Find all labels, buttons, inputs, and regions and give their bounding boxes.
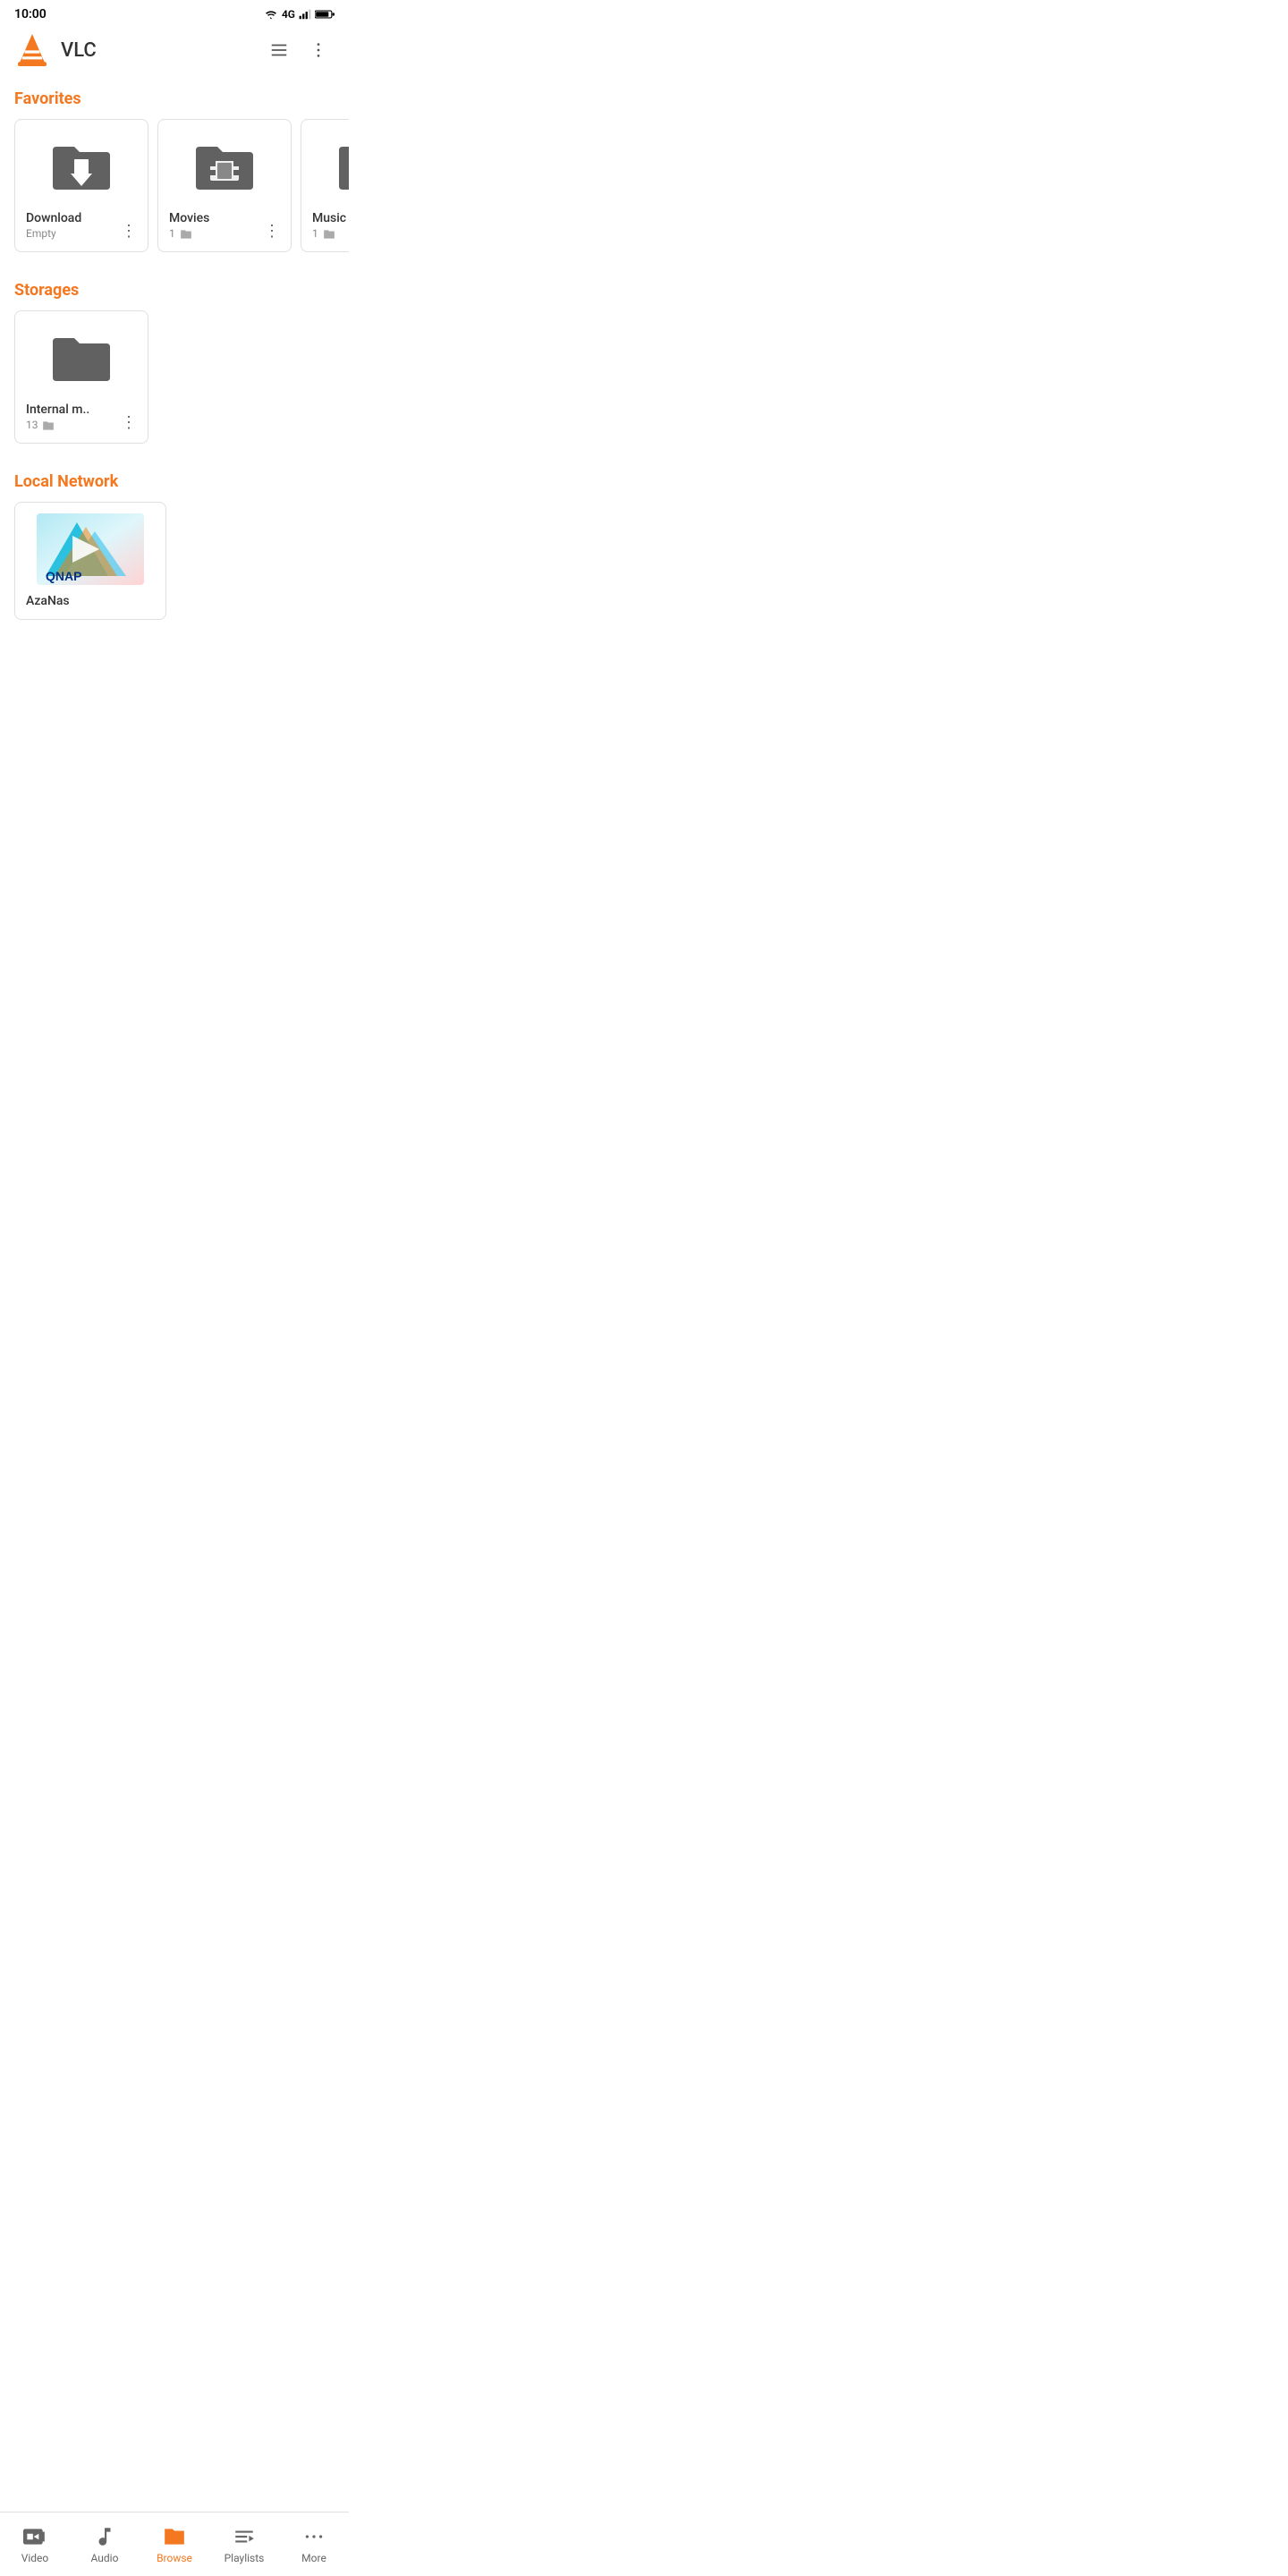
more-nav-icon: [302, 2525, 326, 2548]
music-folder-icon: ♪: [335, 140, 349, 193]
download-folder-icon: [49, 140, 114, 193]
music-card-sublabel: 1: [312, 227, 349, 241]
video-icon: [23, 2525, 47, 2548]
app-bar-actions: [263, 34, 335, 66]
list-view-button[interactable]: [263, 34, 295, 66]
music-card[interactable]: ♪ Music 1 ⋮: [301, 119, 349, 252]
download-card-icon-area: [46, 131, 117, 202]
movies-card[interactable]: Movies 1 ⋮: [157, 119, 292, 252]
download-card-more-button[interactable]: ⋮: [117, 219, 140, 242]
music-card-icon-area: ♪: [332, 131, 349, 202]
status-time: 10:00: [14, 7, 47, 21]
app-bar: VLC: [0, 25, 349, 75]
audio-icon: [93, 2525, 116, 2548]
download-card[interactable]: Download Empty ⋮: [14, 119, 148, 252]
movies-folder-count-icon: [180, 228, 192, 241]
internal-storage-icon-area: [46, 322, 117, 394]
qnap-card-label: AzaNas: [26, 594, 155, 608]
battery-icon: [315, 9, 335, 20]
nav-item-browse[interactable]: Browse: [140, 2520, 209, 2570]
nav-item-playlists[interactable]: Playlists: [209, 2520, 279, 2570]
local-network-cards: QNAP AzaNas: [0, 498, 349, 634]
movies-folder-icon: [192, 140, 257, 193]
storages-title: Storages: [0, 267, 349, 307]
nav-label-playlists: Playlists: [225, 2552, 265, 2564]
qnap-logo-icon: QNAP: [37, 513, 144, 585]
nav-item-audio[interactable]: Audio: [70, 2520, 140, 2570]
nav-item-video[interactable]: Video: [0, 2520, 70, 2570]
music-folder-count-icon: [323, 228, 335, 241]
qnap-logo-area: QNAP: [37, 513, 144, 585]
signal-icon: [299, 8, 311, 21]
nav-label-browse: Browse: [157, 2552, 192, 2564]
storages-section: Storages Internal m.. 13 ⋮: [0, 267, 349, 458]
internal-folder-icon: [49, 331, 114, 385]
bottom-nav: Video Audio Browse Playlists More: [0, 2512, 349, 2576]
vlc-logo: [14, 32, 50, 68]
list-view-icon: [269, 40, 289, 60]
overflow-menu-button[interactable]: [302, 34, 335, 66]
signal-text: 4G: [282, 8, 295, 21]
status-icons: 4G: [264, 8, 335, 21]
svg-text:QNAP: QNAP: [46, 569, 81, 583]
favorites-cards-row: Download Empty ⋮: [0, 115, 349, 267]
overflow-menu-icon: [309, 40, 328, 60]
favorites-title: Favorites: [0, 75, 349, 115]
nav-label-more: More: [301, 2552, 326, 2564]
movies-card-more-button[interactable]: ⋮: [260, 219, 284, 242]
storage-folder-count-icon: [42, 419, 55, 432]
internal-storage-more-button[interactable]: ⋮: [117, 411, 140, 434]
wifi-icon: [264, 9, 278, 20]
local-network-title: Local Network: [0, 458, 349, 498]
internal-storage-card[interactable]: Internal m.. 13 ⋮: [14, 310, 148, 444]
nav-label-audio: Audio: [91, 2552, 119, 2564]
browse-icon: [163, 2525, 186, 2548]
playlists-icon: [233, 2525, 256, 2548]
app-title: VLC: [61, 39, 263, 62]
qnap-card[interactable]: QNAP AzaNas: [14, 502, 166, 620]
nav-label-video: Video: [21, 2552, 49, 2564]
favorites-section: Favorites Download Empty ⋮: [0, 75, 349, 267]
main-content: Favorites Download Empty ⋮: [0, 75, 349, 741]
storages-cards: Internal m.. 13 ⋮: [0, 307, 349, 458]
movies-card-icon-area: [189, 131, 260, 202]
status-bar: 10:00 4G: [0, 0, 349, 25]
music-card-label: Music: [312, 211, 349, 225]
local-network-section: Local Network: [0, 458, 349, 634]
nav-item-more[interactable]: More: [279, 2520, 349, 2570]
